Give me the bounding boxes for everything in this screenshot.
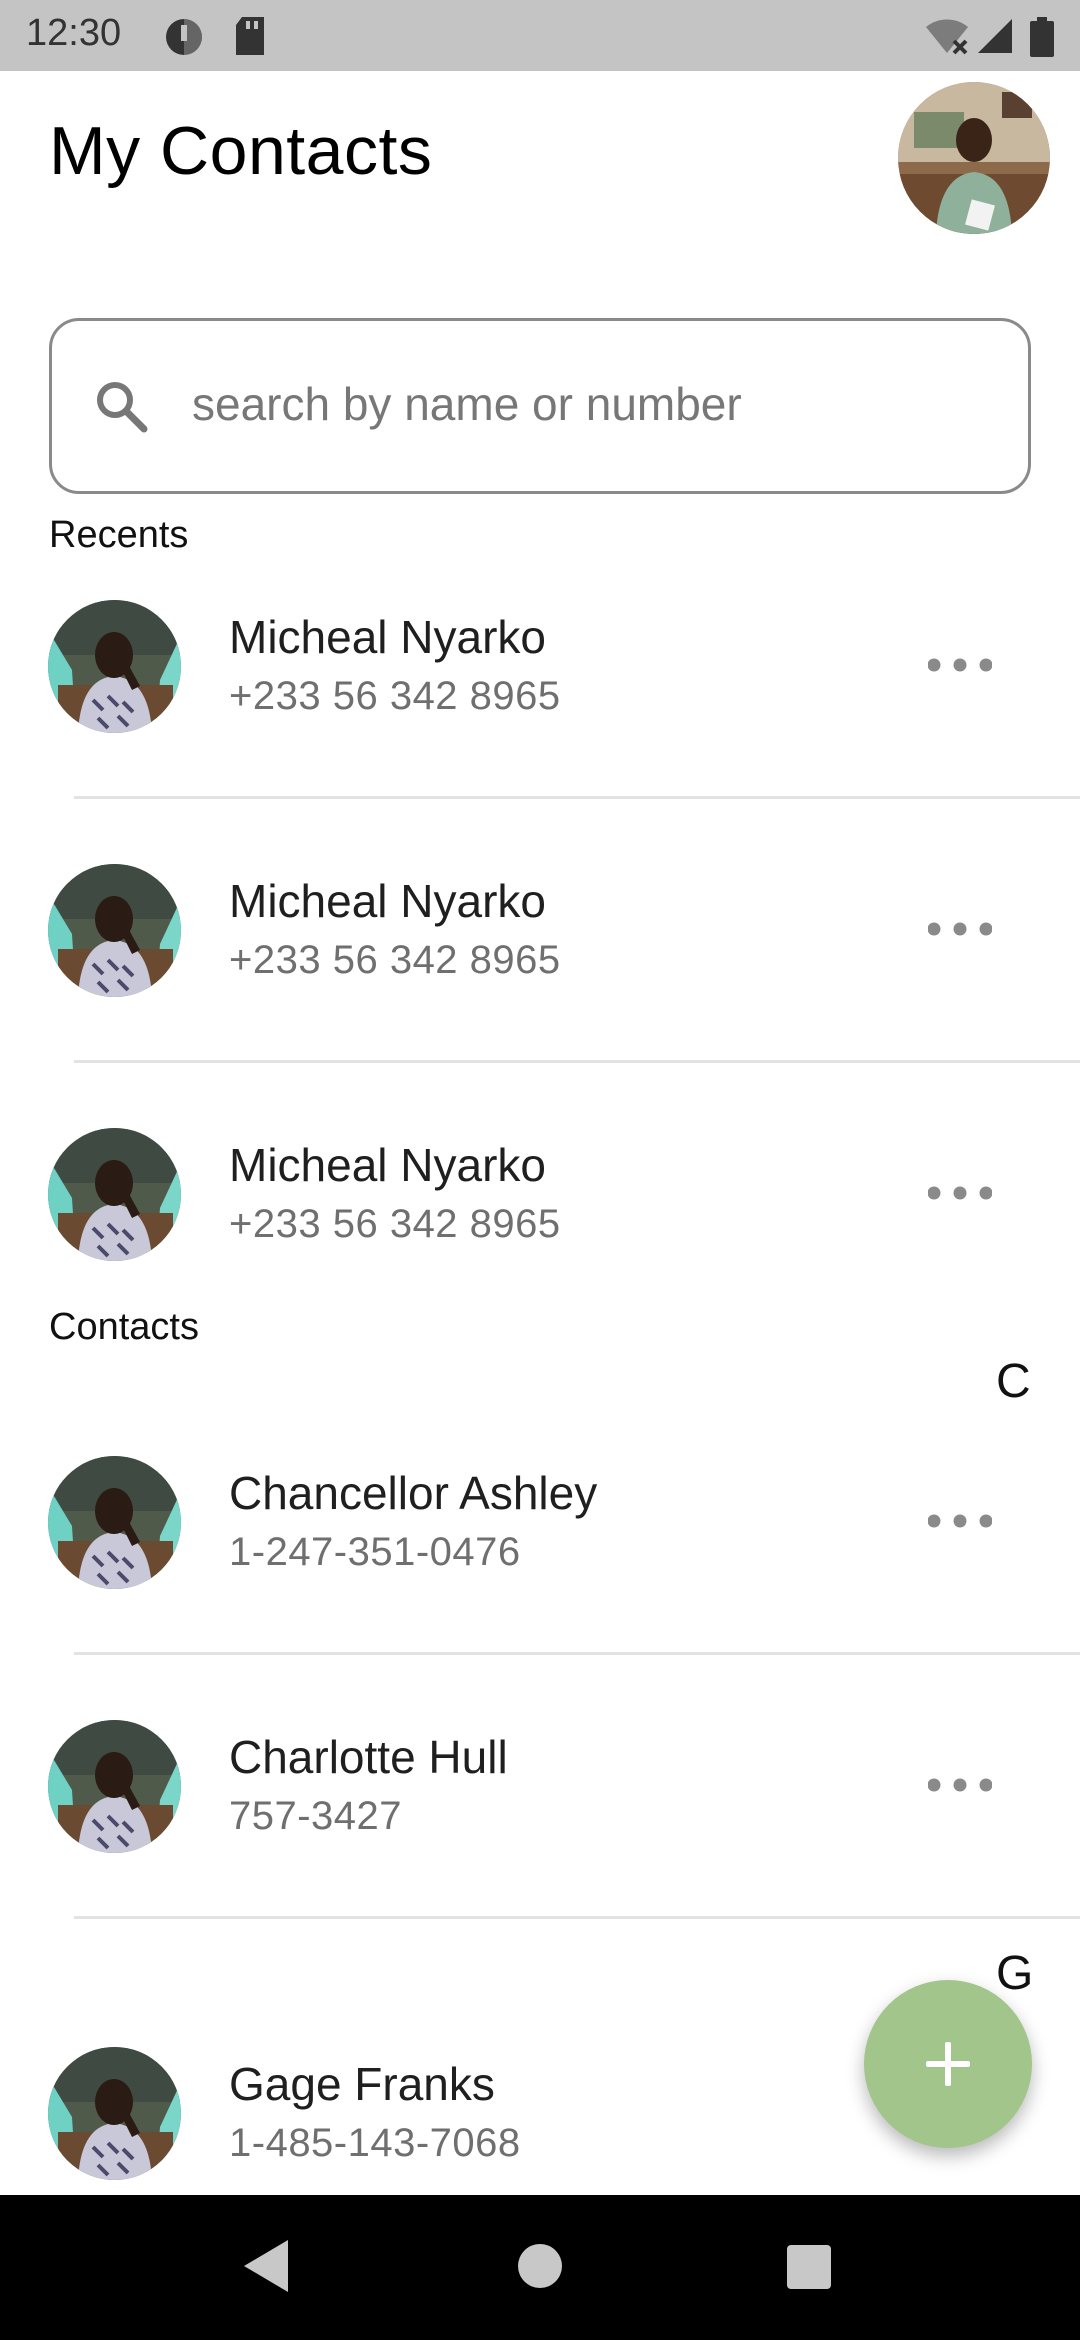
status-bar: 12:30 [0,0,1080,71]
search-box[interactable] [49,318,1031,494]
profile-avatar[interactable] [898,82,1050,234]
screen: 12:30 My Contacts search by name or numb… [0,0,1080,2340]
recent-contact-row[interactable]: Micheal Nyarko +233 56 342 8965 [0,844,1080,1044]
wifi-off-icon [926,19,968,55]
contact-name: Micheal Nyarko [229,1139,546,1191]
contact-name: Micheal Nyarko [229,875,546,927]
divider [74,1652,1080,1655]
letter-header-g: G [996,1947,1034,2000]
more-options-icon[interactable] [928,914,992,944]
section-label-contacts: Contacts [49,1306,199,1348]
divider [74,1060,1080,1063]
plus-icon [945,2042,951,2086]
contact-name: Chancellor Ashley [229,1467,598,1519]
contact-avatar [48,600,181,733]
search-icon [97,382,148,433]
recent-contact-row[interactable]: Micheal Nyarko +233 56 342 8965 [0,1108,1080,1308]
contact-phone: 1-485-143-7068 [229,2121,521,2165]
cell-signal-icon [978,19,1012,53]
search-input[interactable] [192,369,992,439]
contact-name: Micheal Nyarko [229,611,546,663]
status-time: 12:30 [26,12,122,54]
contact-avatar [48,1128,181,1261]
contact-name: Gage Franks [229,2058,495,2110]
section-label-recents: Recents [49,514,189,556]
more-options-icon[interactable] [928,1770,992,1800]
add-contact-button[interactable] [864,1980,1032,2148]
more-options-icon[interactable] [928,1178,992,1208]
data-saver-icon [166,19,202,55]
contact-phone: +233 56 342 8965 [229,674,561,718]
divider [74,796,1080,799]
more-options-icon[interactable] [928,1506,992,1536]
nav-bar [0,2195,1080,2340]
contact-avatar [48,1456,181,1589]
contact-name: Charlotte Hull [229,1731,508,1783]
more-options-icon[interactable] [928,650,992,680]
contact-avatar [48,2047,181,2180]
contact-row[interactable]: Chancellor Ashley 1-247-351-0476 [0,1436,1080,1636]
contact-row[interactable]: Charlotte Hull 757-3427 [0,1700,1080,1900]
battery-icon [1030,17,1054,57]
recent-contact-row[interactable]: Micheal Nyarko +233 56 342 8965 [0,580,1080,780]
contact-phone: +233 56 342 8965 [229,938,561,982]
page-title: My Contacts [49,113,433,189]
sd-card-icon [236,17,264,55]
contact-phone: 757-3427 [229,1794,403,1838]
back-icon[interactable] [244,2240,288,2292]
divider [74,1916,1080,1919]
letter-header-c: C [996,1355,1031,1408]
home-icon[interactable] [517,2243,563,2289]
recents-icon[interactable] [787,2245,831,2289]
contact-phone: 1-247-351-0476 [229,1530,521,1574]
contact-phone: +233 56 342 8965 [229,1202,561,1246]
contact-avatar [48,1720,181,1853]
contact-avatar [48,864,181,997]
